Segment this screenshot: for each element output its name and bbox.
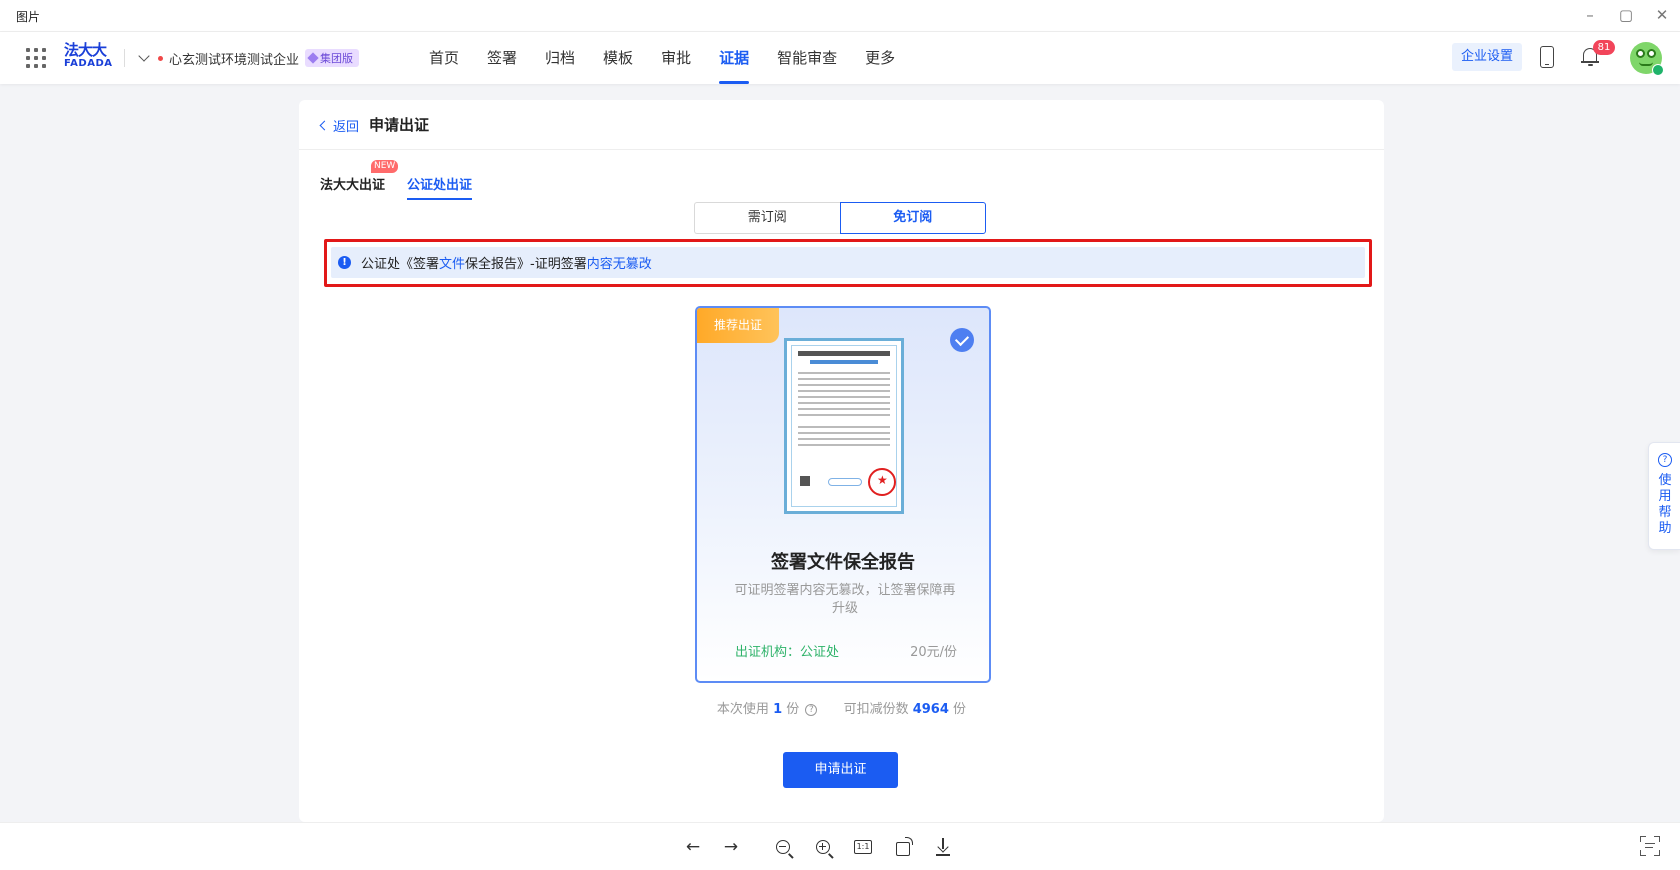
product-price: 20元/份 — [910, 645, 957, 660]
info-icon: ! — [338, 256, 351, 269]
main-nav: 首页 签署 归档 模板 审批 证据 智能审查 更多 — [420, 32, 914, 84]
check-icon — [950, 328, 974, 352]
usage-label: 本次使用 — [716, 702, 769, 717]
arrow-left-icon[interactable]: ← — [682, 836, 704, 858]
logo[interactable]: 法大大 FADADA — [64, 42, 114, 74]
header-divider — [124, 49, 125, 67]
app-grid-icon[interactable] — [26, 48, 46, 68]
notification-badge: 81 — [1593, 40, 1615, 55]
nav-approval[interactable]: 审批 — [652, 32, 700, 84]
deduct-unit: 份 — [953, 702, 967, 717]
group-badge-label: 集团版 — [320, 52, 354, 65]
notice-prefix: 公证处《签署 — [361, 257, 440, 272]
logo-cn: 法大大 — [64, 41, 107, 59]
recommend-ribbon: 推荐出证 — [697, 308, 779, 343]
image-viewer-toolbar: ← → 1:1 — [0, 822, 1680, 870]
maximize-icon[interactable]: ▢ — [1614, 4, 1638, 26]
chevron-down-icon — [138, 50, 150, 62]
product-description: 可证明签署内容无篡改，让签署保障再升级 — [734, 583, 956, 616]
issuing-org: 出证机构：公证处 — [735, 645, 840, 660]
actual-size-icon[interactable]: 1:1 — [852, 836, 874, 858]
group-badge: 集团版 — [305, 49, 360, 67]
download-icon[interactable] — [932, 836, 954, 858]
minimize-icon[interactable]: – — [1578, 4, 1602, 26]
rotate-icon[interactable] — [892, 836, 914, 858]
new-badge: NEW — [371, 160, 399, 173]
certificate-thumbnail — [784, 338, 904, 514]
diamond-icon — [307, 52, 319, 64]
zoom-in-icon[interactable] — [812, 836, 834, 858]
content-card: 返回 申请出证 法大大出证 NEW 公证处出证 需订阅 免订阅 ! 公证处《签署… — [299, 100, 1384, 822]
window-title: 图片 — [16, 10, 41, 24]
company-switcher[interactable]: 心玄测试环境测试企业 集团版 — [138, 48, 360, 68]
tab-label: 法大大出证 — [320, 178, 386, 193]
logo-en: FADADA — [64, 58, 113, 69]
arrow-right-icon[interactable]: → — [720, 836, 742, 858]
tab-fadada-issue[interactable]: 法大大出证 NEW — [320, 160, 399, 200]
product-name: 签署文件保全报告 — [771, 552, 915, 573]
report-product-card[interactable]: 推荐出证 签署文件保全报告 — [695, 306, 991, 683]
nav-archive[interactable]: 归档 — [536, 32, 584, 84]
segment-subscription-required[interactable]: 需订阅 — [694, 202, 840, 234]
back-label: 返回 — [333, 120, 360, 135]
nav-home[interactable]: 首页 — [420, 32, 468, 84]
deduct-count: 4964 — [912, 702, 949, 717]
nav-sign[interactable]: 签署 — [478, 32, 526, 84]
card-header: 返回 申请出证 — [299, 100, 1384, 150]
text-recognition-icon[interactable] — [1640, 836, 1660, 856]
close-icon[interactable]: ✕ — [1650, 4, 1674, 26]
usage-unit: 份 — [786, 702, 800, 717]
highlight-box: ! 公证处《签署 文件 保全报告》-证明签署 内容无篡改 — [324, 239, 1372, 287]
issuer-tabs: 法大大出证 NEW 公证处出证 — [320, 160, 473, 200]
deduct-label: 可扣减份数 — [843, 702, 909, 717]
enterprise-settings-button[interactable]: 企业设置 — [1452, 43, 1522, 71]
notice-highlight-file: 文件 — [439, 257, 466, 272]
app-header: 法大大 FADADA 心玄测试环境测试企业 集团版 首页 签署 归档 模板 审批… — [0, 32, 1680, 84]
notice-bar: ! 公证处《签署 文件 保全报告》-证明签署 内容无篡改 — [331, 247, 1365, 278]
help-icon: ? — [1658, 453, 1672, 467]
nav-more[interactable]: 更多 — [856, 32, 904, 84]
mobile-icon[interactable] — [1540, 46, 1554, 68]
notice-highlight-untampered: 内容无篡改 — [586, 257, 652, 272]
notice-middle: 保全报告》-证明签署 — [465, 257, 587, 272]
help-label: 使用帮助 — [1658, 473, 1672, 536]
back-link[interactable]: 返回 — [319, 116, 360, 135]
chevron-left-icon — [319, 120, 330, 131]
status-dot — [158, 55, 163, 61]
subscription-segment: 需订阅 免订阅 — [694, 202, 986, 234]
company-name: 心玄测试环境测试企业 — [169, 52, 300, 68]
nav-evidence[interactable]: 证据 — [710, 32, 758, 84]
segment-subscription-free[interactable]: 免订阅 — [839, 202, 986, 234]
usage-count: 1 — [773, 702, 783, 717]
page-title: 申请出证 — [369, 116, 430, 134]
usage-info: 本次使用 1 份 ? 可扣减份数 4964 份 — [299, 698, 1384, 717]
help-float[interactable]: ? 使用帮助 — [1648, 442, 1680, 550]
window-titlebar: 图片 – ▢ ✕ — [0, 0, 1680, 32]
qr-code-icon — [800, 476, 810, 486]
verified-icon — [1652, 64, 1664, 76]
tab-notary-issue[interactable]: 公证处出证 — [407, 174, 473, 200]
question-icon[interactable]: ? — [805, 703, 818, 716]
zoom-out-icon[interactable] — [772, 836, 794, 858]
apply-evidence-button[interactable]: 申请出证 — [783, 752, 898, 788]
nav-template[interactable]: 模板 — [594, 32, 642, 84]
seal-icon — [868, 468, 896, 496]
nav-smart-review[interactable]: 智能审查 — [768, 32, 846, 84]
